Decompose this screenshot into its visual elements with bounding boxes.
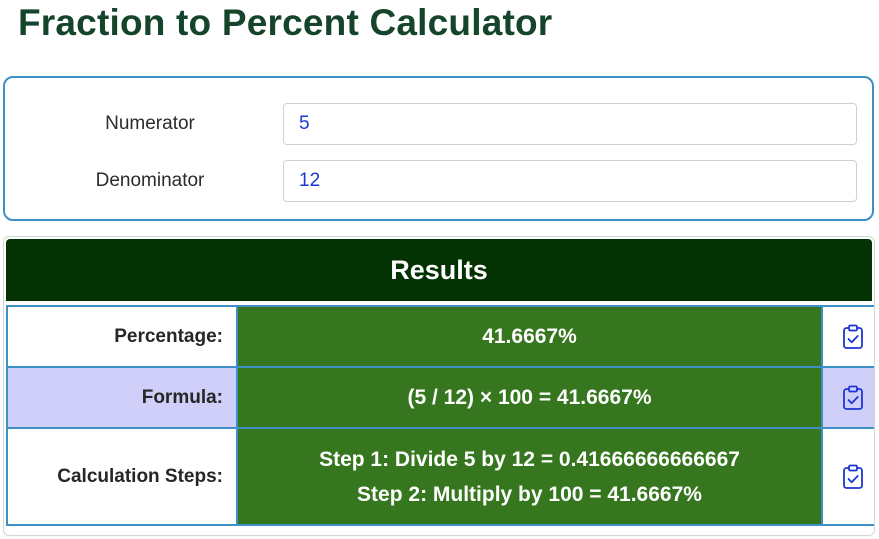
clipboard-check-icon[interactable] [839, 323, 867, 351]
clipboard-check-icon[interactable] [839, 384, 867, 412]
result-row-percentage: Percentage: 41.6667% [6, 305, 874, 368]
results-panel: Results Percentage: 41.6667% Formula: (5… [3, 236, 875, 536]
results-header: Results [6, 239, 872, 301]
clipboard-check-icon[interactable] [839, 463, 867, 491]
result-row-steps: Calculation Steps: Step 1: Divide 5 by 1… [6, 427, 874, 526]
results-table: Percentage: 41.6667% Formula: (5 / 12) ×… [6, 305, 874, 526]
percentage-value: 41.6667% [236, 305, 823, 368]
formula-value: (5 / 12) × 100 = 41.6667% [236, 366, 823, 429]
step-1-text: Step 1: Divide 5 by 12 = 0.4166666666666… [319, 447, 740, 471]
step-2-text: Step 2: Multiply by 100 = 41.6667% [357, 482, 702, 506]
numerator-row: Numerator [5, 103, 872, 145]
denominator-row: Denominator [5, 160, 872, 202]
input-panel: Numerator Denominator [3, 76, 874, 221]
denominator-label: Denominator [95, 170, 205, 191]
formula-label: Formula: [6, 366, 238, 429]
percentage-label: Percentage: [6, 305, 238, 368]
percentage-copy-cell [821, 305, 874, 368]
numerator-label: Numerator [105, 113, 195, 134]
formula-copy-cell [821, 366, 874, 429]
result-row-formula: Formula: (5 / 12) × 100 = 41.6667% [6, 366, 874, 429]
steps-copy-cell [821, 427, 874, 526]
numerator-input[interactable] [283, 103, 857, 145]
page-title: Fraction to Percent Calculator [18, 2, 553, 43]
steps-label: Calculation Steps: [6, 427, 238, 526]
steps-value: Step 1: Divide 5 by 12 = 0.4166666666666… [236, 427, 823, 526]
denominator-input[interactable] [283, 160, 857, 202]
